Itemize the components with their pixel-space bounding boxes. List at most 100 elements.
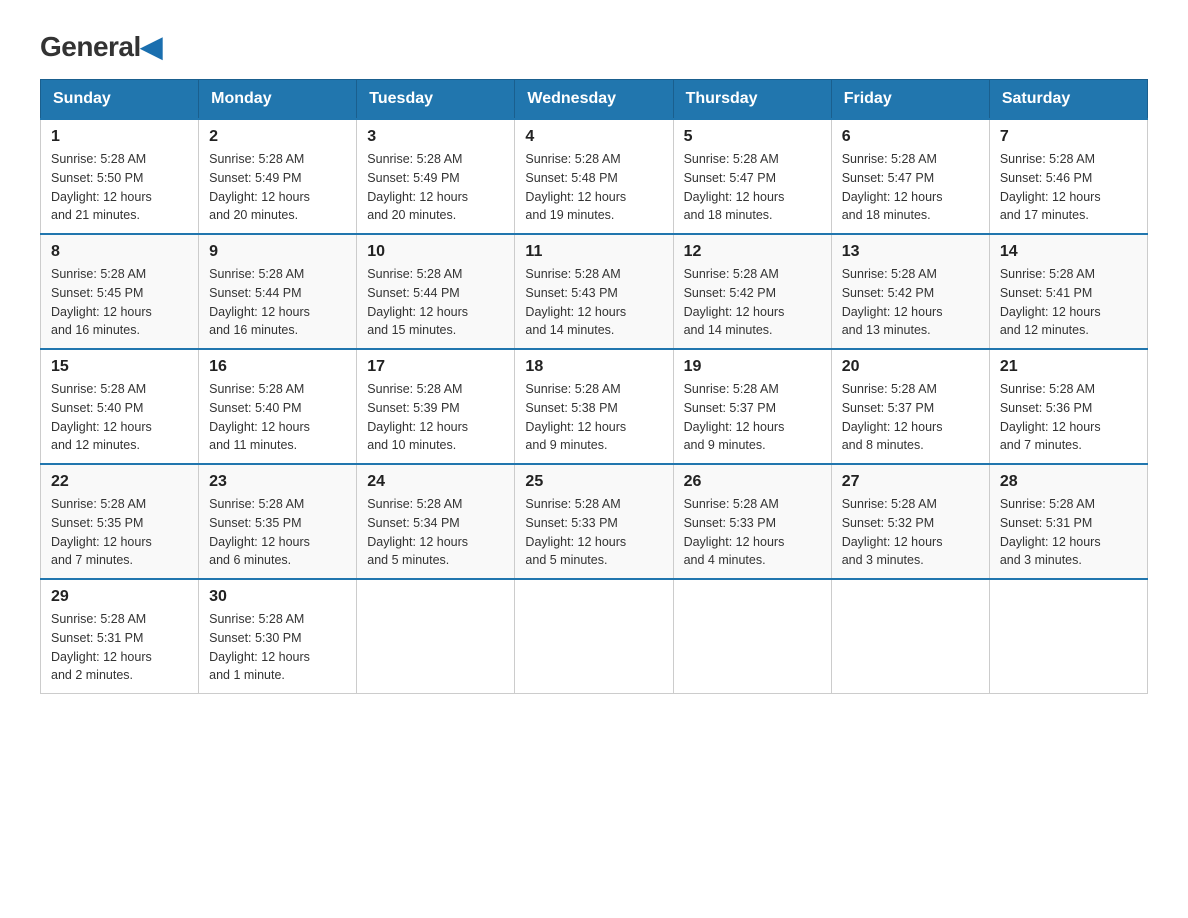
day-info: Sunrise: 5:28 AMSunset: 5:33 PMDaylight:…: [525, 495, 662, 570]
day-number: 10: [367, 243, 504, 261]
day-number: 22: [51, 473, 188, 491]
calendar-cell: 29Sunrise: 5:28 AMSunset: 5:31 PMDayligh…: [41, 579, 199, 694]
day-info: Sunrise: 5:28 AMSunset: 5:35 PMDaylight:…: [51, 495, 188, 570]
day-info: Sunrise: 5:28 AMSunset: 5:40 PMDaylight:…: [51, 380, 188, 455]
calendar-cell: 12 Sunrise: 5:28 AMSunset: 5:42 PMDayligh…: [673, 234, 831, 349]
day-info: Sunrise: 5:28 AMSunset: 5:40 PMDaylight:…: [209, 380, 346, 455]
day-info: Sunrise: 5:28 AMSunset: 5:37 PMDaylight:…: [684, 380, 821, 455]
calendar-cell: 18 Sunrise: 5:28 AMSunset: 5:38 PMDayligh…: [515, 349, 673, 464]
page-header: General◀: [40, 30, 1148, 59]
day-number: 12: [684, 243, 821, 261]
calendar-cell: 2 Sunrise: 5:28 AMSunset: 5:49 PMDaylight…: [199, 119, 357, 234]
calendar-cell: 22 Sunrise: 5:28 AMSunset: 5:35 PMDayligh…: [41, 464, 199, 579]
calendar-header-sunday: Sunday: [41, 80, 199, 120]
calendar-week-row: 22 Sunrise: 5:28 AMSunset: 5:35 PMDayligh…: [41, 464, 1148, 579]
calendar-cell: 9 Sunrise: 5:28 AMSunset: 5:44 PMDaylight…: [199, 234, 357, 349]
day-number: 15: [51, 358, 188, 376]
logo-triangle-icon: ◀: [141, 31, 162, 62]
day-number: 7: [1000, 128, 1137, 146]
calendar-cell: 10 Sunrise: 5:28 AMSunset: 5:44 PMDayligh…: [357, 234, 515, 349]
calendar-cell: 21 Sunrise: 5:28 AMSunset: 5:36 PMDayligh…: [989, 349, 1147, 464]
day-info: Sunrise: 5:28 AMSunset: 5:49 PMDaylight:…: [209, 150, 346, 225]
day-info: Sunrise: 5:28 AMSunset: 5:47 PMDaylight:…: [842, 150, 979, 225]
day-info: Sunrise: 5:28 AMSunset: 5:44 PMDaylight:…: [209, 265, 346, 340]
calendar-cell: 26 Sunrise: 5:28 AMSunset: 5:33 PMDayligh…: [673, 464, 831, 579]
day-number: 8: [51, 243, 188, 261]
day-number: 30: [209, 588, 346, 606]
calendar-header-monday: Monday: [199, 80, 357, 120]
day-info: Sunrise: 5:28 AMSunset: 5:39 PMDaylight:…: [367, 380, 504, 455]
day-number: 25: [525, 473, 662, 491]
day-info: Sunrise: 5:28 AMSunset: 5:31 PMDaylight:…: [1000, 495, 1137, 570]
day-number: 13: [842, 243, 979, 261]
day-number: 21: [1000, 358, 1137, 376]
calendar-cell: 5 Sunrise: 5:28 AMSunset: 5:47 PMDaylight…: [673, 119, 831, 234]
logo: General◀: [40, 30, 162, 59]
calendar-cell: 4 Sunrise: 5:28 AMSunset: 5:48 PMDaylight…: [515, 119, 673, 234]
calendar-cell: 7 Sunrise: 5:28 AMSunset: 5:46 PMDaylight…: [989, 119, 1147, 234]
day-number: 19: [684, 358, 821, 376]
day-info: Sunrise: 5:28 AMSunset: 5:35 PMDaylight:…: [209, 495, 346, 570]
day-info: Sunrise: 5:28 AMSunset: 5:47 PMDaylight:…: [684, 150, 821, 225]
day-info: Sunrise: 5:28 AMSunset: 5:49 PMDaylight:…: [367, 150, 504, 225]
day-number: 5: [684, 128, 821, 146]
day-number: 3: [367, 128, 504, 146]
day-number: 9: [209, 243, 346, 261]
day-number: 16: [209, 358, 346, 376]
day-number: 2: [209, 128, 346, 146]
day-info: Sunrise: 5:28 AMSunset: 5:42 PMDaylight:…: [842, 265, 979, 340]
day-number: 6: [842, 128, 979, 146]
calendar-cell: 17Sunrise: 5:28 AMSunset: 5:39 PMDayligh…: [357, 349, 515, 464]
calendar-header-saturday: Saturday: [989, 80, 1147, 120]
calendar-cell: [357, 579, 515, 694]
day-info: Sunrise: 5:28 AMSunset: 5:34 PMDaylight:…: [367, 495, 504, 570]
day-number: 14: [1000, 243, 1137, 261]
calendar-cell: 30 Sunrise: 5:28 AMSunset: 5:30 PMDayligh…: [199, 579, 357, 694]
day-info: Sunrise: 5:28 AMSunset: 5:42 PMDaylight:…: [684, 265, 821, 340]
calendar-week-row: 1 Sunrise: 5:28 AMSunset: 5:50 PMDaylight…: [41, 119, 1148, 234]
day-number: 1: [51, 128, 188, 146]
calendar-cell: 11 Sunrise: 5:28 AMSunset: 5:43 PMDayligh…: [515, 234, 673, 349]
day-info: Sunrise: 5:28 AMSunset: 5:44 PMDaylight:…: [367, 265, 504, 340]
day-number: 28: [1000, 473, 1137, 491]
day-info: Sunrise: 5:28 AMSunset: 5:31 PMDaylight:…: [51, 610, 188, 685]
calendar-week-row: 15 Sunrise: 5:28 AMSunset: 5:40 PMDayligh…: [41, 349, 1148, 464]
calendar-cell: 27 Sunrise: 5:28 AMSunset: 5:32 PMDayligh…: [831, 464, 989, 579]
day-number: 18: [525, 358, 662, 376]
calendar-cell: 23 Sunrise: 5:28 AMSunset: 5:35 PMDayligh…: [199, 464, 357, 579]
calendar-cell: 19 Sunrise: 5:28 AMSunset: 5:37 PMDayligh…: [673, 349, 831, 464]
calendar-cell: 6 Sunrise: 5:28 AMSunset: 5:47 PMDaylight…: [831, 119, 989, 234]
day-info: Sunrise: 5:28 AMSunset: 5:32 PMDaylight:…: [842, 495, 979, 570]
day-info: Sunrise: 5:28 AMSunset: 5:48 PMDaylight:…: [525, 150, 662, 225]
day-info: Sunrise: 5:28 AMSunset: 5:43 PMDaylight:…: [525, 265, 662, 340]
day-number: 4: [525, 128, 662, 146]
day-info: Sunrise: 5:28 AMSunset: 5:38 PMDaylight:…: [525, 380, 662, 455]
day-info: Sunrise: 5:28 AMSunset: 5:36 PMDaylight:…: [1000, 380, 1137, 455]
calendar-header-wednesday: Wednesday: [515, 80, 673, 120]
day-info: Sunrise: 5:28 AMSunset: 5:50 PMDaylight:…: [51, 150, 188, 225]
calendar-week-row: 8 Sunrise: 5:28 AMSunset: 5:45 PMDaylight…: [41, 234, 1148, 349]
calendar-table: SundayMondayTuesdayWednesdayThursdayFrid…: [40, 79, 1148, 694]
day-info: Sunrise: 5:28 AMSunset: 5:30 PMDaylight:…: [209, 610, 346, 685]
calendar-header-friday: Friday: [831, 80, 989, 120]
day-info: Sunrise: 5:28 AMSunset: 5:46 PMDaylight:…: [1000, 150, 1137, 225]
calendar-cell: 28 Sunrise: 5:28 AMSunset: 5:31 PMDayligh…: [989, 464, 1147, 579]
day-info: Sunrise: 5:28 AMSunset: 5:33 PMDaylight:…: [684, 495, 821, 570]
calendar-week-row: 29Sunrise: 5:28 AMSunset: 5:31 PMDayligh…: [41, 579, 1148, 694]
day-info: Sunrise: 5:28 AMSunset: 5:45 PMDaylight:…: [51, 265, 188, 340]
calendar-cell: [831, 579, 989, 694]
day-number: 23: [209, 473, 346, 491]
calendar-cell: 13 Sunrise: 5:28 AMSunset: 5:42 PMDayligh…: [831, 234, 989, 349]
day-number: 26: [684, 473, 821, 491]
calendar-cell: [989, 579, 1147, 694]
calendar-cell: [515, 579, 673, 694]
day-number: 11: [525, 243, 662, 261]
day-info: Sunrise: 5:28 AMSunset: 5:41 PMDaylight:…: [1000, 265, 1137, 340]
calendar-cell: 14 Sunrise: 5:28 AMSunset: 5:41 PMDayligh…: [989, 234, 1147, 349]
calendar-cell: 20Sunrise: 5:28 AMSunset: 5:37 PMDayligh…: [831, 349, 989, 464]
day-number: 27: [842, 473, 979, 491]
calendar-header-thursday: Thursday: [673, 80, 831, 120]
calendar-cell: 1 Sunrise: 5:28 AMSunset: 5:50 PMDaylight…: [41, 119, 199, 234]
calendar-cell: 16 Sunrise: 5:28 AMSunset: 5:40 PMDayligh…: [199, 349, 357, 464]
calendar-cell: 15 Sunrise: 5:28 AMSunset: 5:40 PMDayligh…: [41, 349, 199, 464]
